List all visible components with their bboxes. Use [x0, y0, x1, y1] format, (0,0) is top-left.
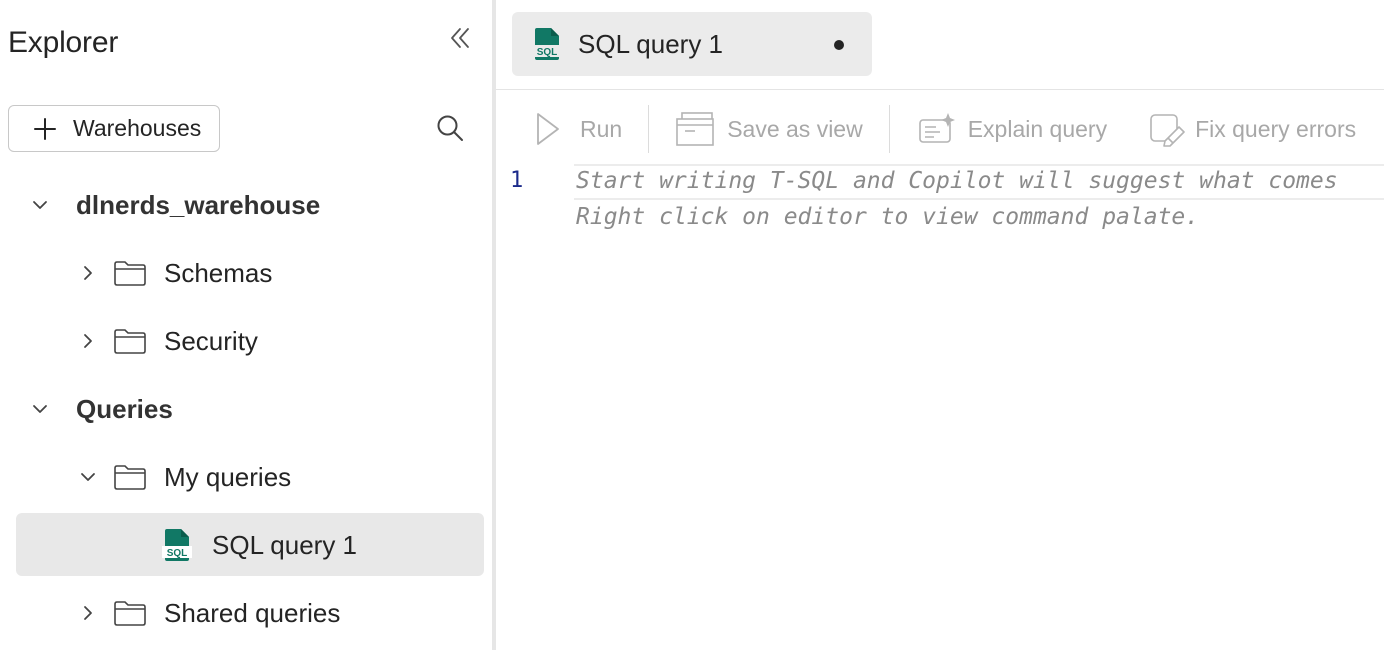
fix-query-errors-label: Fix query errors: [1195, 115, 1357, 142]
toolbar-separator: [648, 105, 650, 153]
copilot-sparkle-doc-icon: [918, 112, 956, 146]
tree-item-label: Shared queries: [164, 597, 341, 628]
plus-icon: [33, 117, 57, 141]
code-editor[interactable]: 1 Start writing T-SQL and Copilot will s…: [496, 162, 1384, 650]
save-as-view-label: Save as view: [727, 115, 863, 142]
explain-query-button[interactable]: Explain query: [918, 104, 1107, 154]
tree-item-security[interactable]: Security: [76, 309, 258, 373]
svg-text:SQL: SQL: [537, 47, 558, 58]
tree-item-label: SQL query 1: [212, 529, 358, 560]
folder-icon: [112, 598, 148, 628]
tab-bar: SQL SQL query 1: [496, 0, 1384, 90]
tab-label: SQL query 1: [578, 28, 724, 59]
chevron-right-icon: [76, 601, 100, 625]
chevron-down-icon: [28, 193, 52, 217]
tree-item-label: Schemas: [164, 257, 273, 288]
editor-placeholder-line-2: Right click on editor to view command pa…: [576, 204, 1200, 230]
explorer-panel: Explorer Warehouses dlnerds_warehouse Sc…: [0, 0, 492, 650]
query-editor: SQL SQL query 1 Run Save as view Explain…: [496, 0, 1384, 650]
explain-query-label: Explain query: [967, 115, 1108, 142]
add-warehouse-button[interactable]: Warehouses: [8, 105, 220, 152]
explorer-title: Explorer: [8, 26, 119, 59]
fix-query-errors-button[interactable]: Fix query errors: [1149, 104, 1356, 154]
play-icon: [534, 111, 562, 147]
search-button[interactable]: [432, 110, 468, 146]
tree-item-queries[interactable]: Queries: [28, 377, 173, 441]
svg-text:SQL: SQL: [167, 548, 188, 559]
folder-icon: [112, 326, 148, 356]
run-label: Run: [580, 115, 623, 142]
chevron-down-icon: [28, 397, 52, 421]
tree-item-schemas[interactable]: Schemas: [76, 241, 272, 305]
search-icon: [437, 115, 463, 141]
tree-item-label: dlnerds_warehouse: [76, 189, 321, 220]
add-warehouse-label: Warehouses: [73, 115, 202, 141]
tab-sql-query-1[interactable]: SQL SQL query 1: [512, 12, 872, 76]
chevron-down-icon: [76, 465, 100, 489]
sql-file-icon: SQL: [162, 528, 194, 562]
tree-item-sql-query-1[interactable]: SQL SQL query 1: [162, 513, 357, 577]
collapse-panel-button[interactable]: [444, 22, 476, 54]
unsaved-indicator-icon: [834, 40, 844, 50]
tree-item-label: Queries: [76, 393, 173, 424]
save-as-view-button[interactable]: Save as view: [675, 104, 863, 154]
folder-icon: [112, 258, 148, 288]
tree-item-warehouse[interactable]: dlnerds_warehouse: [28, 173, 320, 237]
tree-item-label: My queries: [164, 461, 292, 492]
chevron-right-icon: [76, 261, 100, 285]
folder-icon: [112, 462, 148, 492]
sql-file-icon: SQL: [532, 27, 564, 61]
chevron-right-icon: [76, 329, 100, 353]
tree-item-my-queries[interactable]: My queries: [76, 445, 291, 509]
toolbar-separator: [888, 105, 890, 153]
editor-toolbar: Run Save as view Explain query Fix query…: [496, 98, 1384, 160]
tree-item-shared-queries[interactable]: Shared queries: [76, 581, 340, 645]
save-view-icon: [675, 111, 715, 147]
fix-errors-icon: [1149, 111, 1185, 147]
tree-item-label: Security: [164, 325, 258, 356]
run-button[interactable]: Run: [534, 104, 622, 154]
editor-placeholder-line-1: Start writing T-SQL and Copilot will sug…: [576, 168, 1338, 194]
double-chevron-left-icon: [451, 28, 469, 48]
line-number: 1: [510, 168, 524, 193]
